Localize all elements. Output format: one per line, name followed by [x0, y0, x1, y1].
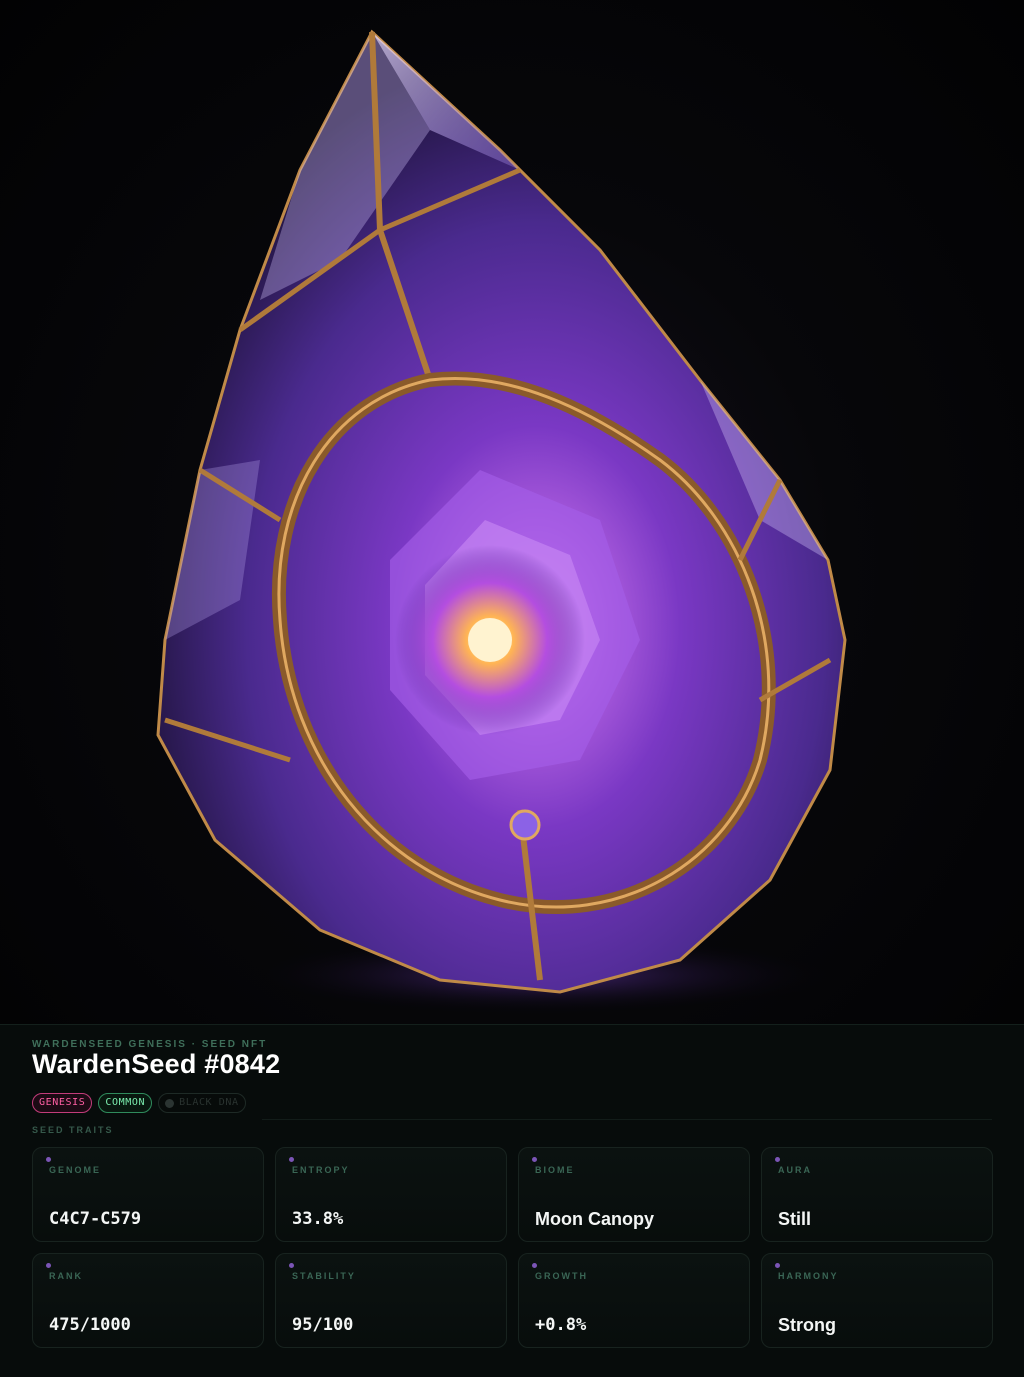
- traits-grid: GENOME C4C7-C579 ENTROPY 33.8% BIOME Moo…: [32, 1147, 993, 1348]
- nft-title: WardenSeed #0842: [32, 1049, 281, 1079]
- crystal-gem-illustration: [156, 29, 847, 1015]
- trait-value: Strong: [778, 1315, 836, 1335]
- trait-dot-icon: [532, 1157, 537, 1162]
- trait-label: ENTROPY: [292, 1165, 350, 1175]
- trait-dot-icon: [289, 1263, 294, 1268]
- trait-value: +0.8%: [535, 1315, 587, 1335]
- trait-dot-icon: [46, 1157, 51, 1162]
- trait-card-stability: STABILITY 95/100: [275, 1253, 507, 1348]
- trait-value: Still: [778, 1209, 812, 1229]
- trait-label: AURA: [778, 1165, 812, 1175]
- trait-card-entropy: ENTROPY 33.8%: [275, 1147, 507, 1242]
- trait-card-growth: GROWTH +0.8%: [518, 1253, 750, 1348]
- trait-label: GROWTH: [535, 1271, 588, 1281]
- trait-value: 475/1000: [49, 1315, 131, 1335]
- trait-label: RANK: [49, 1271, 83, 1281]
- trait-dot-icon: [532, 1263, 537, 1268]
- seed-traits-label: SEED TRAITS: [32, 1125, 114, 1135]
- trait-card-biome: BIOME Moon Canopy: [518, 1147, 750, 1242]
- rarity-badge: COMMON: [98, 1093, 153, 1113]
- trait-label: HARMONY: [778, 1271, 839, 1281]
- trait-label: GENOME: [49, 1165, 102, 1175]
- section-divider: [262, 1119, 992, 1120]
- black-dna-badge: BLACK DNA: [158, 1093, 246, 1113]
- trait-value: 95/100: [292, 1315, 354, 1335]
- trait-label: STABILITY: [292, 1271, 356, 1281]
- black-dna-badge-label: BLACK DNA: [179, 1097, 239, 1108]
- trait-card-genome: GENOME C4C7-C579: [32, 1147, 264, 1242]
- trait-dot-icon: [775, 1157, 780, 1162]
- dna-dot-icon: [165, 1098, 175, 1108]
- trait-dot-icon: [289, 1157, 294, 1162]
- trait-dot-icon: [46, 1263, 51, 1268]
- trait-value: 33.8%: [292, 1209, 344, 1229]
- nft-artwork: [0, 0, 1024, 1024]
- trait-value: Moon Canopy: [535, 1209, 654, 1229]
- rarity-badge-label: COMMON: [105, 1097, 146, 1108]
- trait-label: BIOME: [535, 1165, 575, 1175]
- nft-details-panel: WARDENSEED GENESIS · SEED NFT WardenSeed…: [0, 1024, 1024, 1377]
- genesis-badge: GENESIS: [32, 1093, 93, 1113]
- trait-card-aura: AURA Still: [761, 1147, 993, 1242]
- trait-card-harmony: HARMONY Strong: [761, 1253, 993, 1348]
- badge-row: GENESIS COMMON BLACK DNA: [32, 1093, 246, 1113]
- trait-value: C4C7-C579: [49, 1209, 142, 1229]
- trait-card-rank: RANK 475/1000: [32, 1253, 264, 1348]
- trait-dot-icon: [775, 1263, 780, 1268]
- genesis-badge-label: GENESIS: [39, 1097, 86, 1108]
